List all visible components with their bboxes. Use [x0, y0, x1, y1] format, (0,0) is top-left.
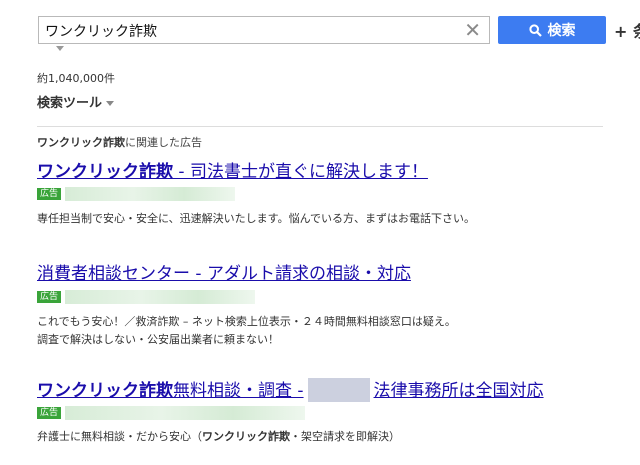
divider	[37, 126, 603, 127]
related-ads-header: ワンクリック詐欺に関連した広告	[37, 136, 202, 149]
ad-description: これでもう安心！／救済詐欺 – ネット検索上位表示・２４時間無料相談窓口は疑え。	[37, 315, 456, 328]
search-tools-button[interactable]: 検索ツール	[37, 92, 115, 111]
search-button[interactable]: 検索	[498, 16, 606, 44]
more-options-button[interactable]: + 条	[614, 18, 640, 42]
ad-description: 調査で解決はしない・公安届出業者に頼まない！	[37, 333, 279, 346]
results-count: 約1,040,000件	[37, 72, 115, 85]
blurred-url	[65, 187, 236, 201]
ad-badge: 広告	[37, 291, 62, 303]
ad-description: 専任担当制で安心・安全に、迅速解決いたします。悩んでいる方、まずはお電話下さい。	[37, 212, 476, 225]
ad-badge: 広告	[37, 407, 62, 419]
ad-url-row: 広告	[37, 406, 306, 420]
ad-title-link[interactable]: ワンクリック詐欺無料相談・調査 - 法律事務所は全国対応	[37, 376, 544, 402]
search-box[interactable]: ✕	[38, 16, 490, 44]
ad-badge: 広告	[37, 188, 62, 200]
ad-url-row: 広告	[37, 187, 236, 201]
ad-url-row: 広告	[37, 290, 256, 304]
search-input[interactable]	[45, 21, 445, 41]
ad-title-link[interactable]: ワンクリック詐欺 - 司法書士が直ぐに解決します！	[37, 157, 428, 182]
blurred-url	[65, 406, 306, 420]
redacted-block	[307, 378, 370, 402]
ad-title-link[interactable]: 消費者相談センター - アダルト請求の相談・対応	[37, 259, 411, 284]
search-icon	[528, 23, 542, 37]
search-button-label: 検索	[547, 23, 576, 39]
clear-icon[interactable]: ✕	[464, 18, 481, 42]
chevron-down-icon[interactable]	[56, 46, 64, 51]
chevron-down-icon	[106, 101, 115, 106]
ad-description: 弁護士に無料相談・だから安心（ワンクリック詐欺・架空請求を即解決）	[37, 430, 400, 443]
blurred-url	[65, 290, 256, 304]
